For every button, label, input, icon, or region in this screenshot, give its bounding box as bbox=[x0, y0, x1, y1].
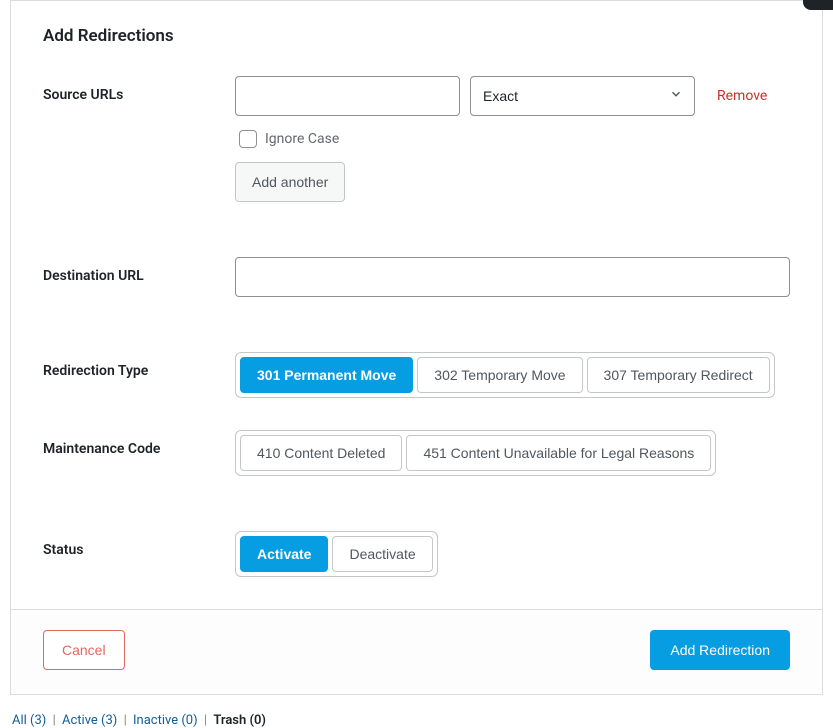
filter-inactive-link[interactable]: Inactive (0) bbox=[133, 713, 201, 728]
redirection-307-button[interactable]: 307 Temporary Redirect bbox=[587, 357, 770, 393]
filter-trash-link[interactable]: Trash (0) bbox=[213, 713, 266, 728]
add-redirections-panel: Add Redirections Source URLs Exact bbox=[10, 0, 823, 695]
filter-bar: All (3) | Active (3) | Inactive (0) | Tr… bbox=[0, 695, 833, 728]
filter-all-link[interactable]: All (3) bbox=[12, 713, 50, 728]
redirection-type-group: 301 Permanent Move 302 Temporary Move 30… bbox=[235, 352, 775, 398]
ignore-case-checkbox[interactable] bbox=[239, 130, 257, 148]
maintenance-code-label: Maintenance Code bbox=[43, 430, 235, 457]
status-label: Status bbox=[43, 531, 235, 558]
corner-decoration bbox=[803, 0, 833, 10]
redirection-302-button[interactable]: 302 Temporary Move bbox=[417, 357, 582, 393]
maintenance-410-button[interactable]: 410 Content Deleted bbox=[240, 435, 402, 471]
status-deactivate-button[interactable]: Deactivate bbox=[332, 536, 432, 572]
maintenance-code-group: 410 Content Deleted 451 Content Unavaila… bbox=[235, 430, 716, 476]
panel-title: Add Redirections bbox=[43, 26, 790, 46]
source-urls-label: Source URLs bbox=[43, 76, 235, 103]
cancel-button[interactable]: Cancel bbox=[43, 630, 125, 670]
remove-source-link[interactable]: Remove bbox=[717, 88, 767, 104]
add-another-button[interactable]: Add another bbox=[235, 162, 345, 202]
add-redirection-button[interactable]: Add Redirection bbox=[650, 630, 790, 670]
source-url-input[interactable] bbox=[235, 76, 460, 116]
maintenance-451-button[interactable]: 451 Content Unavailable for Legal Reason… bbox=[406, 435, 711, 471]
redirection-type-label: Redirection Type bbox=[43, 352, 235, 379]
status-group: Activate Deactivate bbox=[235, 531, 438, 577]
destination-url-label: Destination URL bbox=[43, 257, 235, 284]
match-type-select[interactable]: Exact bbox=[470, 76, 695, 116]
destination-url-input[interactable] bbox=[235, 257, 790, 297]
filter-active-link[interactable]: Active (3) bbox=[62, 713, 121, 728]
redirection-301-button[interactable]: 301 Permanent Move bbox=[240, 357, 413, 393]
ignore-case-label[interactable]: Ignore Case bbox=[265, 131, 339, 147]
status-activate-button[interactable]: Activate bbox=[240, 536, 328, 572]
